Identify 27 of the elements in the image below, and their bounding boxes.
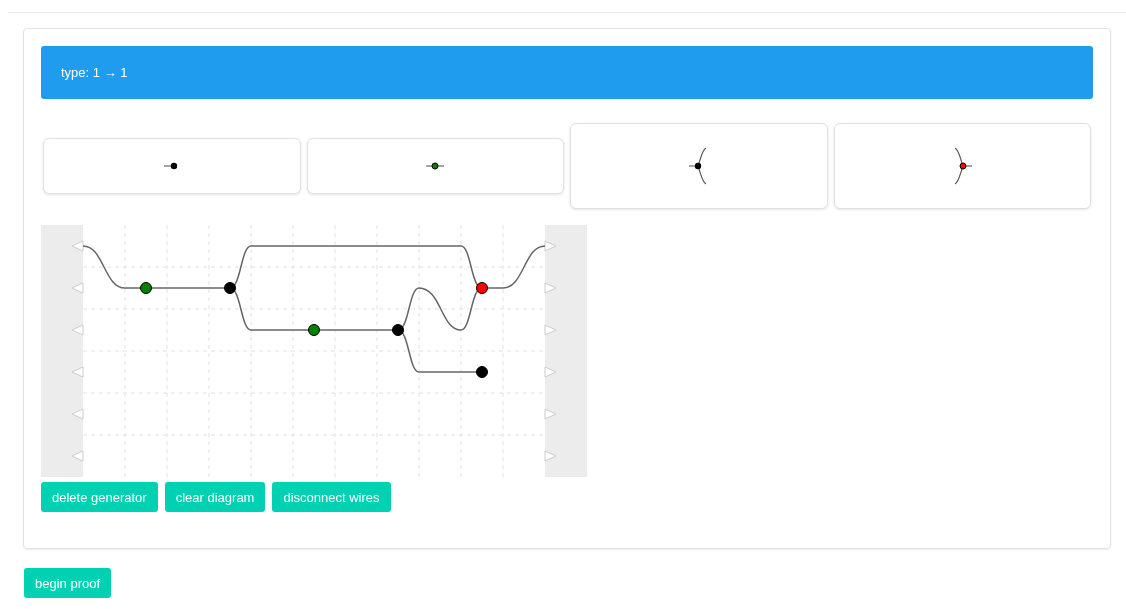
output-port-icon[interactable] [544, 282, 557, 294]
output-port-icon[interactable] [544, 324, 557, 336]
type-label: type: 1 → 1 [61, 65, 128, 80]
diagram-node[interactable] [392, 324, 404, 336]
input-port-icon[interactable] [71, 450, 84, 462]
diagram-node[interactable] [308, 324, 320, 336]
output-port-icon[interactable] [544, 450, 557, 462]
input-port-icon[interactable] [71, 240, 84, 252]
output-port-icon[interactable] [544, 366, 557, 378]
diagram-node[interactable] [476, 282, 488, 294]
output-port-icon[interactable] [544, 408, 557, 420]
generator-card[interactable] [833, 123, 1091, 209]
input-port-icon[interactable] [71, 366, 84, 378]
diagram-node[interactable] [224, 282, 236, 294]
generator-card[interactable] [43, 138, 301, 194]
diagram-node[interactable] [476, 366, 488, 378]
action-button[interactable]: disconnect wires [272, 482, 391, 512]
input-port-icon[interactable] [71, 408, 84, 420]
input-port-icon[interactable] [71, 324, 84, 336]
output-port-icon[interactable] [544, 240, 557, 252]
action-button[interactable]: clear diagram [164, 482, 266, 512]
generator-card[interactable] [306, 138, 564, 194]
diagram-node[interactable] [140, 282, 152, 294]
generator-card[interactable] [570, 123, 828, 209]
begin-proof-button[interactable]: begin proof [24, 568, 112, 598]
action-button[interactable]: delete generator [41, 482, 158, 512]
input-port-icon[interactable] [71, 282, 84, 294]
